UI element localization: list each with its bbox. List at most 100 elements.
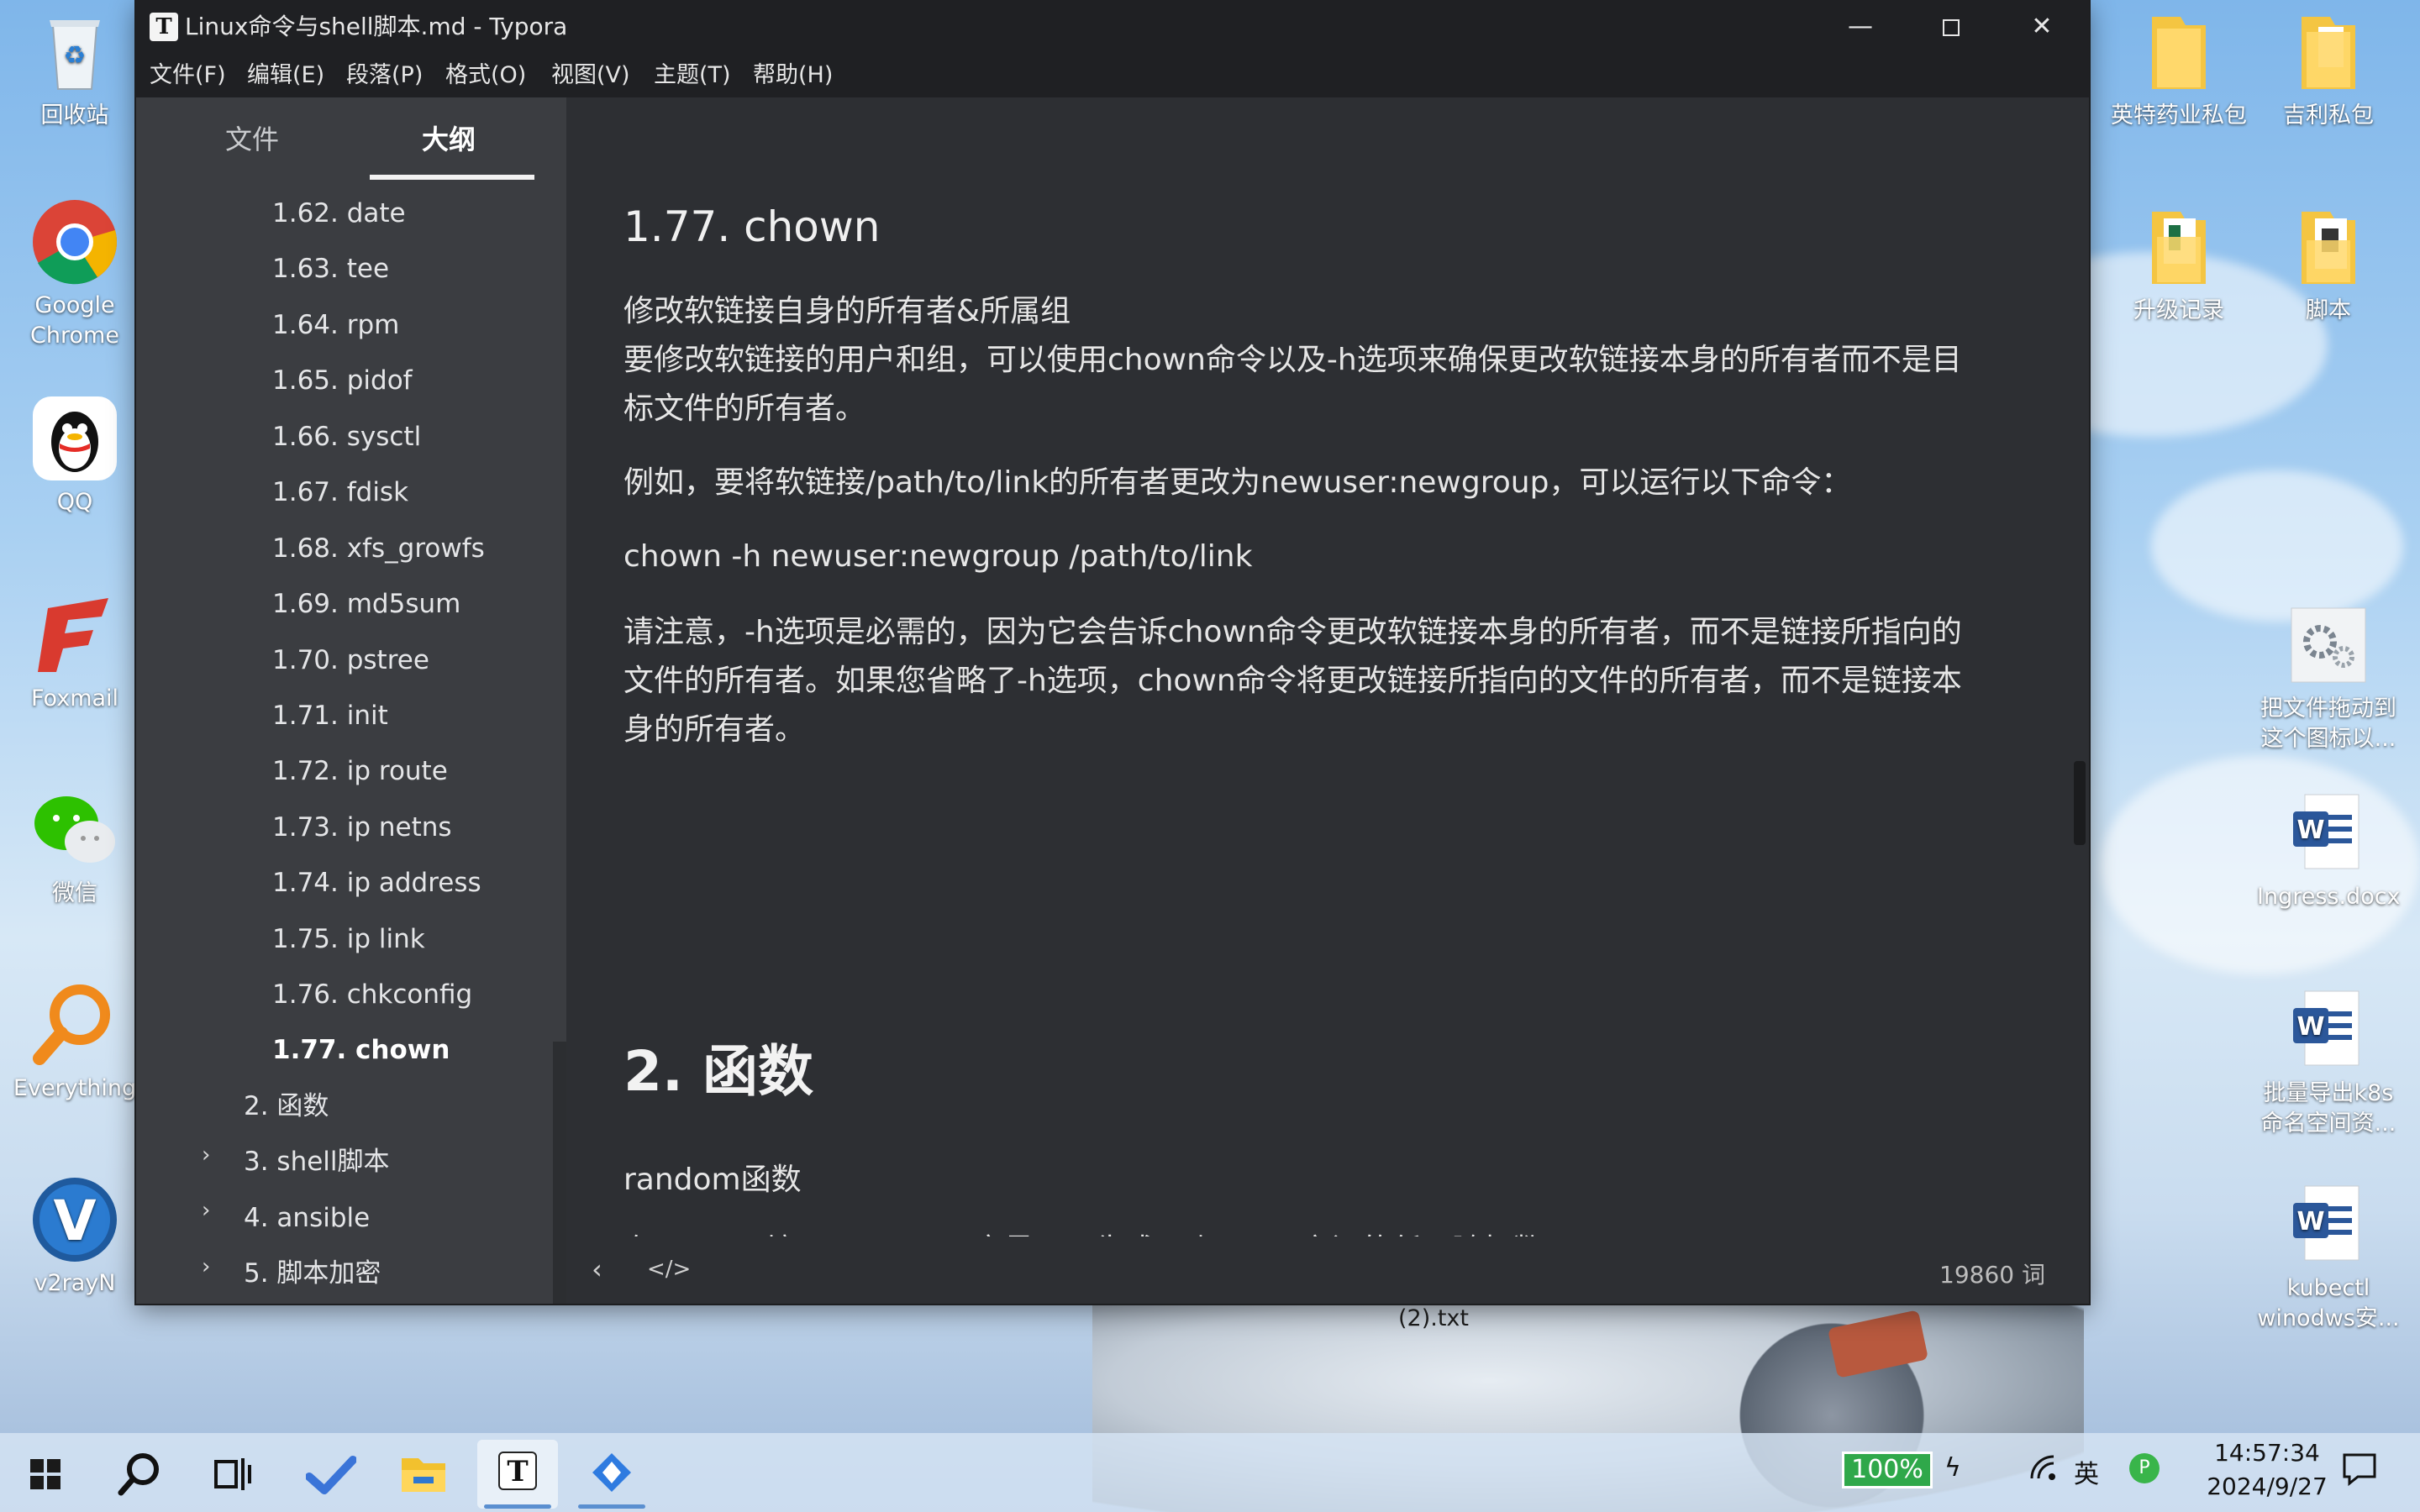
outline-item[interactable]: 1.74. ip address [272,866,481,900]
outline-item[interactable]: 1.76. chkconfig [272,978,472,1011]
minimize-button[interactable]: — [1815,0,1906,54]
system-clock[interactable]: 14:57:34 2024/9/27 [2191,1436,2343,1504]
desktop-icon-foxmail[interactable]: Foxmail [3,591,146,714]
paragraph-line: 修改软链接自身的所有者&所属组 [623,294,1071,328]
heading-chown: 1.77. chown [623,202,881,251]
notification-button[interactable] [2341,1450,2378,1494]
chevron-right-icon[interactable]: › [202,1142,210,1168]
word-doc-icon: W [2285,790,2372,877]
folder-icon [2135,8,2223,96]
word-doc-icon: W [2285,986,2372,1074]
desktop-icon-recycle-bin[interactable]: ♻ 回收站 [3,8,146,131]
outline-item[interactable]: 1.67. fdisk [272,475,408,509]
close-button[interactable]: ✕ [1996,0,2087,54]
active-app-indicator [484,1504,551,1509]
outline-item-current[interactable]: 1.77. chown [272,1033,450,1067]
desktop-icon-qq[interactable]: QQ [3,395,146,517]
search-button[interactable] [99,1440,180,1509]
taskbar: T 100% ϟ 英 P [0,1433,2420,1512]
folder-icon [2285,203,2372,291]
outline-section[interactable]: 5. 脚本加密 [244,1257,381,1290]
title-bar[interactable]: T Linux命令与shell脚本.md - Typora — ✕ [136,0,2089,54]
outline-item[interactable]: 1.68. xfs_growfs [272,532,485,565]
outline-item[interactable]: 1.75. ip link [272,922,425,956]
editor[interactable]: 1.77. chown 修改软链接自身的所有者&所属组 要修改软链接的用户和组，… [566,97,2089,1236]
taskbar-typora[interactable]: T [477,1440,558,1509]
qq-penguin-icon [31,395,118,482]
outline-section[interactable]: 2. 函数 [244,1089,329,1123]
desktop-icon-everything[interactable]: Everything [3,981,146,1104]
outline-item[interactable]: 1.70. pstree [272,643,429,677]
task-view-icon [214,1458,251,1490]
outline-item[interactable]: 1.65. pidof [272,364,413,397]
maximize-icon [1943,18,1960,36]
charging-icon: ϟ [1944,1453,1961,1483]
source-code-mode-icon[interactable]: </> [647,1257,691,1282]
desktop-file-ingress[interactable]: W Ingress.docx [2257,790,2401,912]
tab-files[interactable]: 文件 [225,123,279,156]
svg-text:♻: ♻ [64,41,87,71]
taskbar-app-blue[interactable] [571,1440,652,1509]
word-count[interactable]: 19860 词 [1939,1257,2045,1290]
desktop-folder-3[interactable]: 升级记录 [2107,203,2250,326]
desktop-icon-v2rayn[interactable]: V v2rayN [3,1176,146,1299]
taskbar-file-explorer[interactable] [383,1440,464,1509]
chevron-right-icon[interactable]: › [202,1198,210,1223]
gear-icon [2285,601,2372,689]
battery-indicator[interactable]: 100% [1842,1452,1933,1488]
chrome-icon [31,198,118,286]
paragraph-line: 要修改软链接的用户和组，可以使用chown命令以及-h选项来确保更改软链接本身的… [623,343,1962,377]
folder-icon [2285,8,2372,96]
maximize-button[interactable] [1906,0,1996,54]
paragraph-line: 文件的所有者。如果您省略了-h选项，chown命令将更改链接所指向的文件的所有者… [623,664,1962,698]
menu-theme[interactable]: 主题(T) [654,60,731,91]
outline-item[interactable]: 1.71. init [272,699,388,732]
desktop-icon-chrome[interactable]: Google Chrome [3,198,146,351]
ime-indicator[interactable]: 英 [2074,1453,2099,1490]
menu-file[interactable]: 文件(F) [150,60,226,91]
menu-help[interactable]: 帮助(H) [753,60,833,91]
recycle-bin-icon: ♻ [31,8,118,96]
folder-excel-icon [2135,203,2223,291]
clock-time: 14:57:34 [2214,1439,2320,1467]
desktop-icon-wechat[interactable]: 微信 [3,786,146,909]
desktop-folder-2[interactable]: 吉利私包 [2257,8,2400,131]
desktop-file-kubectl[interactable]: W kubectl winodws安... [2257,1181,2400,1334]
running-app-indicator [578,1504,645,1509]
start-button[interactable] [5,1440,86,1509]
svg-text:W: W [2296,1012,2324,1042]
outline-item[interactable]: 1.69. md5sum [272,587,460,621]
green-tray-icon[interactable]: P [2129,1453,2160,1483]
menu-format[interactable]: 格式(O) [445,60,526,91]
outline-item[interactable]: 1.72. ip route [272,754,448,788]
desktop-folder-4[interactable]: 脚本 [2257,203,2400,326]
editor-scrollbar-thumb[interactable] [2074,761,2086,845]
menu-edit[interactable]: 编辑(E) [247,60,324,91]
outline-section[interactable]: 4. ansible [244,1201,370,1235]
taskbar-todo-app[interactable] [291,1440,371,1509]
toggle-sidebar-chevron-left-icon[interactable]: ‹ [592,1253,602,1285]
wifi-icon[interactable] [2028,1453,2059,1490]
desktop-file-k8s-export[interactable]: W 批量导出k8s命名空间资... [2257,986,2400,1139]
paragraph: 例如，要将软链接/path/to/link的所有者更改为newuser:newg… [623,465,1852,500]
outline-item[interactable]: 1.62. date [272,197,406,230]
desktop-folder-1[interactable]: 英特药业私包 [2107,8,2250,131]
menu-paragraph[interactable]: 段落(P) [346,60,423,91]
outline-section[interactable]: 3. shell脚本 [244,1145,390,1179]
task-view-button[interactable] [193,1440,274,1509]
sidebar-scrollbar[interactable] [553,1042,566,1304]
chevron-right-icon[interactable]: › [202,1254,210,1279]
typora-icon: T [498,1452,537,1490]
desktop-shortcut-drag[interactable]: 把文件拖动到这个图标以... [2257,601,2400,754]
menu-view[interactable]: 视图(V) [551,60,630,91]
outline-item[interactable]: 1.63. tee [272,252,389,286]
outline-item[interactable]: 1.66. sysctl [272,420,421,454]
outline-item[interactable]: 1.73. ip netns [272,811,452,844]
paragraph-line: 标文件的所有者。 [623,391,866,426]
active-tab-indicator [370,175,534,180]
tab-outline[interactable]: 大纲 [422,123,476,156]
clock-date: 2024/9/27 [2207,1473,2328,1500]
svg-text:W: W [2296,1207,2324,1236]
outline-item[interactable]: 1.64. rpm [272,308,399,342]
close-icon: ✕ [2031,12,2053,41]
